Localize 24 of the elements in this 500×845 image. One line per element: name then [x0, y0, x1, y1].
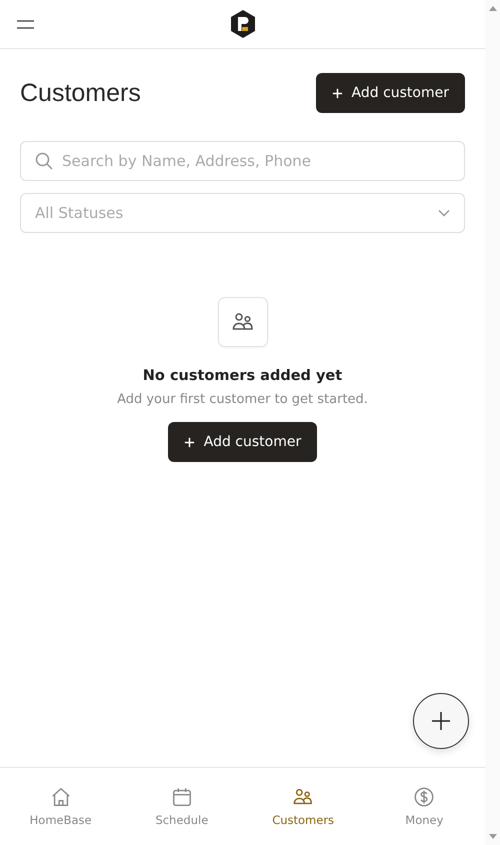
home-icon [50, 786, 72, 808]
add-customer-button[interactable]: Add customer [316, 73, 465, 113]
add-customer-button[interactable]: Add customer [168, 422, 318, 462]
add-floating-button[interactable] [413, 693, 469, 749]
chevron-down-icon [438, 209, 450, 217]
calendar-icon [170, 786, 193, 808]
nav-tab[interactable]: HomeBase [0, 768, 122, 845]
menu-icon[interactable] [17, 19, 34, 29]
page-title: Customers [20, 78, 141, 108]
plus-icon [332, 88, 343, 98]
dollar-icon [413, 786, 436, 808]
scroll-up-icon[interactable] [489, 6, 497, 11]
status-dropdown[interactable]: All Statuses [20, 193, 465, 233]
plus-icon [184, 436, 195, 448]
empty-state-heading: No customers added yet [142, 368, 342, 384]
scroll-down-icon[interactable] [489, 834, 497, 839]
nav-tab[interactable]: Customers [242, 768, 364, 845]
search-icon [35, 152, 53, 170]
plus-icon [432, 712, 450, 730]
search-field[interactable]: Search by Name, Address, Phone [20, 141, 465, 181]
empty-state-message: Add your first customer to get started. [117, 392, 368, 407]
nav-tab[interactable]: Money [364, 768, 485, 845]
logo-icon[interactable] [228, 9, 256, 39]
nav-tab[interactable]: Schedule [121, 768, 242, 845]
